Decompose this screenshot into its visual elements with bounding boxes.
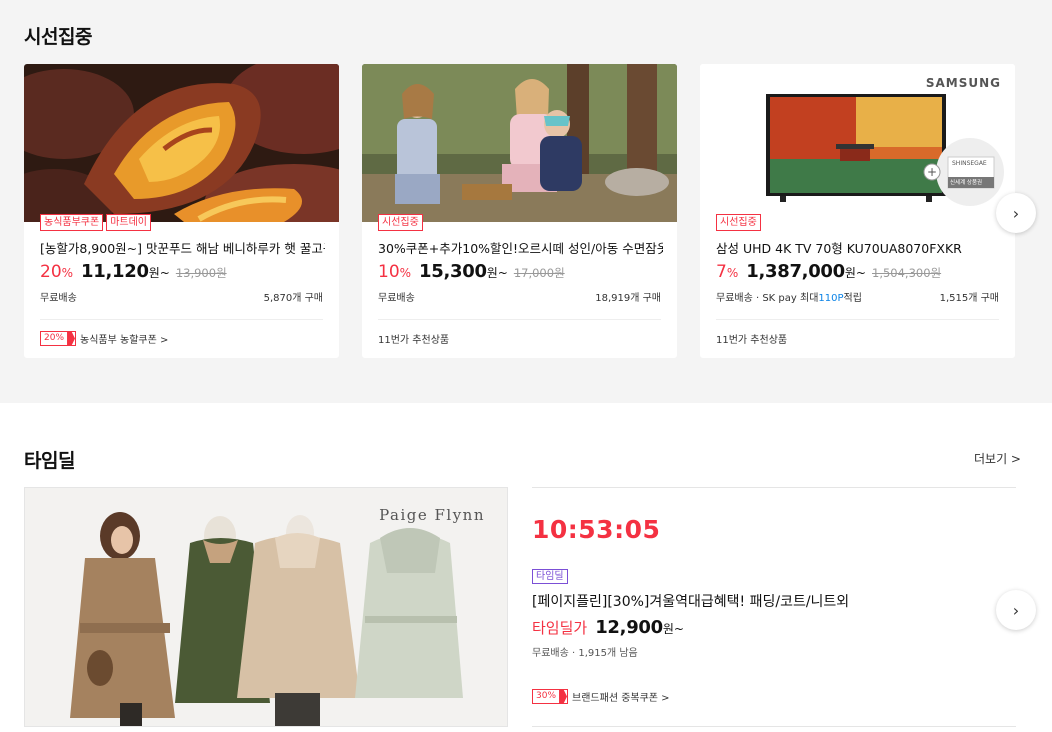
- divider: [716, 319, 999, 320]
- sale-price: 1,387,000: [746, 261, 845, 282]
- badge-group: 시선집중: [716, 214, 761, 231]
- price-row: 7% 1,387,000 원~ 1,504,300원: [716, 261, 941, 282]
- price-row: 10% 15,300 원~ 17,000원: [378, 261, 565, 282]
- product-meta: 무료배송 5,870개 구매: [40, 289, 323, 304]
- sale-price: 11,120: [81, 261, 149, 282]
- product-card[interactable]: 시선집중 30%쿠폰+추가10%할인!오르시떼 성인/아동 수면잠옷/ 10% …: [362, 64, 677, 358]
- timedeal-price-label: 타임딜가: [532, 619, 588, 637]
- discount-rate: 20%: [40, 262, 74, 282]
- badge-group: 시선집중: [378, 214, 423, 231]
- coupon-link-label: 브랜드패션 중복쿠폰 >: [572, 693, 670, 704]
- divider: [378, 319, 661, 320]
- recommend-label: 11번가 추천상품: [716, 335, 788, 346]
- original-price: 1,504,300원: [872, 266, 942, 280]
- coupon-tag: 30%: [532, 689, 569, 704]
- divider: [532, 726, 1016, 727]
- discount-rate: 10%: [378, 262, 412, 282]
- timedeal-product-title[interactable]: [페이지플린][30%]겨울역대급혜택! 패딩/코트/니트외: [532, 591, 849, 611]
- product-title[interactable]: 삼성 UHD 4K TV 70형 KU70UA8070FXKR: [716, 238, 1001, 257]
- product-image[interactable]: SAMSUNG + SHINSEGAE 신세계 상품권: [700, 64, 1015, 222]
- countdown-timer: 10:53:05: [532, 515, 661, 544]
- event-badge: 마트데이: [106, 214, 152, 231]
- coupon-badge: 농식품부쿠폰: [40, 214, 104, 231]
- purchase-count: 5,870개 구매: [263, 293, 323, 304]
- divider: [40, 319, 323, 320]
- svg-text:+: +: [927, 165, 937, 179]
- timedeal-image[interactable]: Paige Flynn: [24, 487, 508, 727]
- shipping-info: 무료배송 · SK pay 최대110P적립: [716, 293, 862, 304]
- shipping-info: 무료배송: [378, 293, 415, 304]
- badge-group: 농식품부쿠폰 마트데이: [40, 214, 152, 231]
- more-link[interactable]: 더보기 >: [974, 450, 1021, 467]
- next-arrow-button[interactable]: ›: [996, 193, 1036, 233]
- voucher-caption: 신세계 상품권: [950, 180, 983, 186]
- product-title[interactable]: 30%쿠폰+추가10%할인!오르시떼 성인/아동 수면잠옷/: [378, 238, 663, 257]
- original-price: 17,000원: [513, 266, 565, 280]
- product-title[interactable]: [농할가8,900원~] 맛꾼푸드 해남 베니하루카 햇 꿀고구마: [40, 238, 325, 257]
- brand-watermark: Paige Flynn: [379, 506, 485, 524]
- product-image[interactable]: [362, 64, 677, 222]
- shipping-info: 무료배송: [40, 293, 77, 304]
- spotlight-title: 시선집중: [24, 26, 92, 48]
- coupon-link-label: 농식품부 농할쿠폰 >: [80, 335, 169, 346]
- purchase-count: 1,515개 구매: [939, 293, 999, 304]
- product-image[interactable]: [24, 64, 339, 222]
- chevron-right-icon: ›: [1012, 203, 1020, 223]
- timedeal-price: 12,900: [595, 617, 663, 638]
- spotlight-badge: 시선집중: [378, 214, 423, 231]
- price-unit: 원~: [844, 266, 866, 280]
- price-unit: 원~: [662, 622, 684, 636]
- timedeal-meta: 무료배송 · 1,915개 남음: [532, 648, 638, 659]
- timedeal-price-row: 타임딜가 12,900 원~: [532, 617, 684, 638]
- price-unit: 원~: [148, 266, 170, 280]
- timedeal-title: 타임딜: [24, 450, 75, 472]
- points-amount: 110P: [818, 293, 844, 304]
- purchase-count: 18,919개 구매: [595, 293, 661, 304]
- product-meta: 무료배송 · SK pay 최대110P적립 1,515개 구매: [716, 289, 999, 304]
- timedeal-next-button[interactable]: ›: [996, 590, 1036, 630]
- product-card[interactable]: SAMSUNG + SHINSEGAE 신세계 상품권 시선집중 삼성 UHD …: [700, 64, 1015, 358]
- coupon-tag: 20%: [40, 331, 77, 346]
- divider: [532, 487, 1016, 488]
- voucher-label: SHINSEGAE: [952, 160, 987, 167]
- timedeal-coupon-link[interactable]: 30% 브랜드패션 중복쿠폰 >: [532, 689, 670, 704]
- product-meta: 무료배송 18,919개 구매: [378, 289, 661, 304]
- spotlight-badge: 시선집중: [716, 214, 761, 231]
- recommend-label: 11번가 추천상품: [378, 335, 450, 346]
- discount-rate: 7%: [716, 262, 739, 282]
- price-row: 20% 11,120 원~ 13,900원: [40, 261, 227, 282]
- coupon-link[interactable]: 20% 농식품부 농할쿠폰 >: [40, 331, 168, 346]
- timedeal-badge-wrap: 타임딜: [532, 564, 568, 584]
- product-card[interactable]: 농식품부쿠폰 마트데이 [농할가8,900원~] 맛꾼푸드 해남 베니하루카 햇…: [24, 64, 339, 358]
- timedeal-badge: 타임딜: [532, 569, 568, 584]
- price-unit: 원~: [486, 266, 508, 280]
- original-price: 13,900원: [175, 266, 227, 280]
- sale-price: 15,300: [419, 261, 487, 282]
- chevron-right-icon: ›: [1012, 600, 1020, 620]
